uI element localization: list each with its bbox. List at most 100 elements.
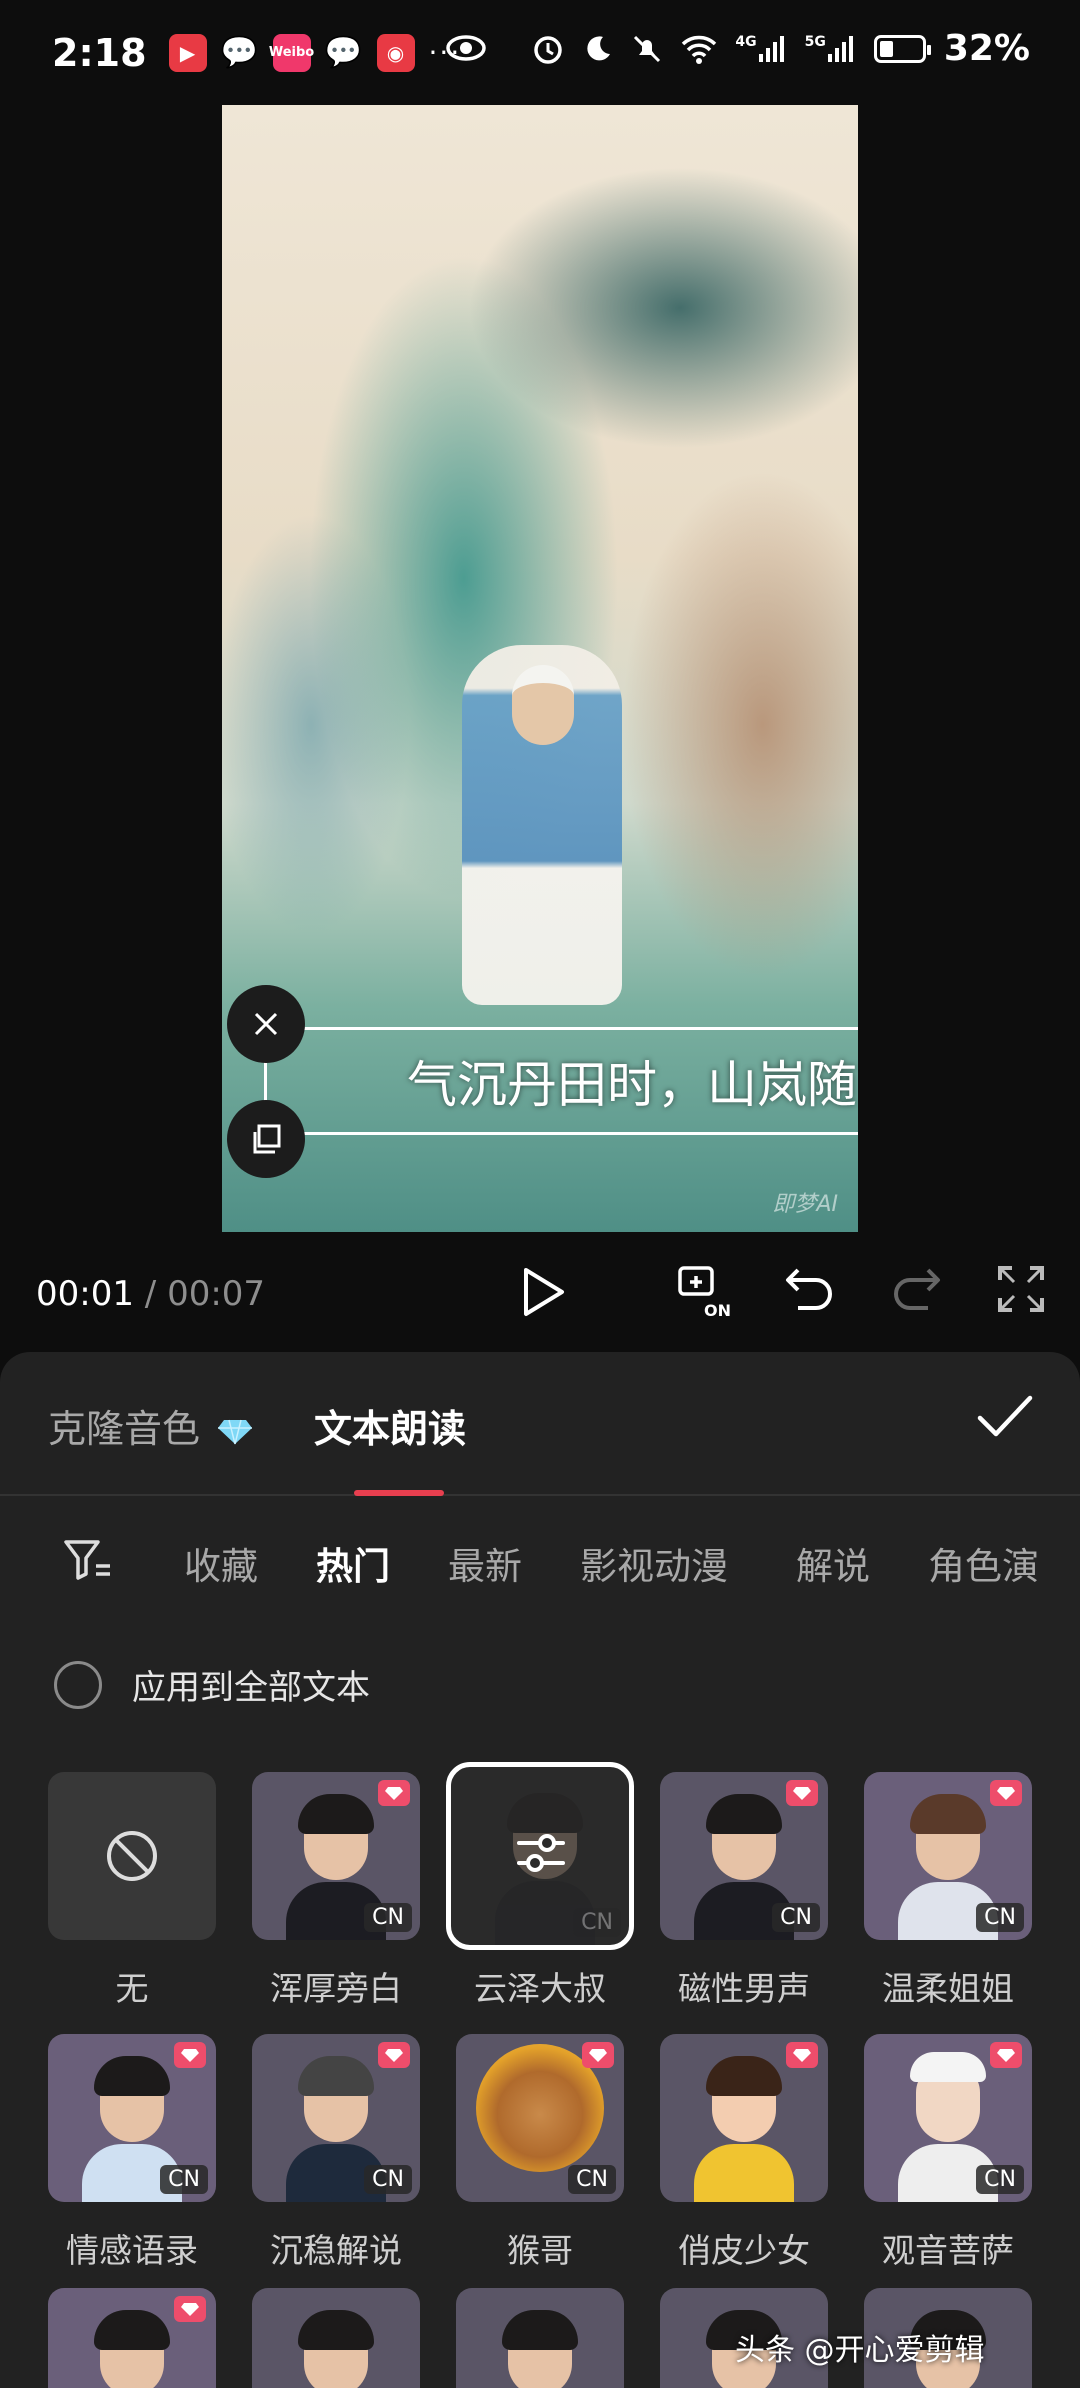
redo-button[interactable] (890, 1264, 944, 1318)
avatar-face (694, 2052, 794, 2202)
subtitle-text: 气沉丹田时，山岚随 (407, 1056, 857, 1114)
premium-badge-icon (786, 2042, 818, 2068)
voice-avatar: CN (660, 1772, 828, 1940)
cn-badge: CN (772, 1903, 820, 1932)
voice-name: 无 (115, 1969, 149, 2008)
check-icon (977, 1395, 1033, 1437)
voice-avatar: CN (456, 2034, 624, 2202)
moon-icon (583, 34, 613, 64)
avatar-face (82, 2306, 182, 2388)
premium-badge-icon (582, 2042, 614, 2068)
preview-watermark: 即梦AI (772, 1192, 838, 1217)
voice-avatar: CN (864, 2034, 1032, 2202)
network-label-1: 4G (735, 33, 757, 50)
voice-avatar-selected: CN (446, 1762, 634, 1950)
voice-item-none[interactable]: 无 (48, 1772, 216, 2010)
wechat-icon: 💬 (220, 35, 259, 70)
playback-time: 00:01 / 00:07 (36, 1274, 265, 1314)
voice-item-gentle-sister[interactable]: CN 温柔姐姐 (864, 1772, 1032, 2010)
tab-text-to-speech[interactable]: 文本朗读 (314, 1398, 466, 1453)
filter-button[interactable] (62, 1538, 114, 1591)
premium-badge-icon (174, 2042, 206, 2068)
active-tab-indicator (354, 1490, 444, 1496)
voice-item-deep-narrator[interactable]: CN 浑厚旁白 (252, 1772, 420, 2010)
premium-badge-icon (378, 2042, 410, 2068)
voice-item-playful-girl[interactable]: 俏皮少女 (660, 2034, 828, 2272)
apply-all-row[interactable]: 应用到全部文本 (54, 1660, 370, 1709)
panel-tabs: 克隆音色 文本朗读 (0, 1352, 1080, 1496)
voice-name: 俏皮少女 (678, 2231, 810, 2270)
time-separator: / (133, 1274, 168, 1314)
premium-badge-icon (174, 2296, 206, 2322)
voice-name: 情感语录 (66, 2231, 198, 2270)
playback-controls: 00:01 / 00:07 ON (0, 1232, 1080, 1352)
category-film-anime[interactable]: 影视动漫 (580, 1536, 728, 1590)
category-commentary[interactable]: 解说 (796, 1536, 870, 1590)
undo-icon (786, 1268, 832, 1310)
total-time: 00:07 (167, 1274, 266, 1314)
apply-all-label: 应用到全部文本 (132, 1668, 370, 1708)
cn-badge: CN (976, 1903, 1024, 1932)
avatar-face (490, 2306, 590, 2388)
figure-head (512, 665, 574, 745)
wifi-icon (681, 34, 717, 64)
voice-item-row3[interactable] (456, 2288, 624, 2388)
cn-badge: CN (573, 1908, 621, 1937)
category-newest[interactable]: 最新 (448, 1536, 522, 1590)
status-time: 2:18 (52, 30, 147, 75)
subtitle-text-box[interactable]: 气沉丹田时，山岚随 (264, 1027, 858, 1135)
avatar-face (286, 2306, 386, 2388)
copy-text-button[interactable] (227, 1100, 305, 1178)
wechat-icon: 💬 (324, 35, 363, 70)
weibo-icon: Weibo (269, 33, 314, 72)
current-time: 00:01 (36, 1274, 134, 1314)
category-favorites[interactable]: 收藏 (184, 1536, 258, 1590)
premium-badge-icon (378, 1780, 410, 1806)
tab-clone-voice[interactable]: 克隆音色 (48, 1398, 253, 1453)
delete-text-button[interactable] (227, 985, 305, 1063)
keyframe-on-button[interactable]: ON (676, 1264, 736, 1324)
voice-name: 猴哥 (507, 2231, 573, 2270)
premium-badge-icon (786, 1780, 818, 1806)
tab-clone-voice-label: 克隆音色 (48, 1407, 201, 1451)
voice-avatar: CN (252, 1772, 420, 1940)
voice-item-magnetic-male[interactable]: CN 磁性男声 (660, 1772, 828, 2010)
voice-avatar (48, 2288, 216, 2388)
redo-icon (894, 1268, 940, 1310)
voice-item-monkey-king[interactable]: CN 猴哥 (456, 2034, 624, 2272)
voice-name: 沉稳解说 (270, 2231, 402, 2270)
voice-avatar (252, 2288, 420, 2388)
battery-level: 32% (943, 28, 1030, 69)
status-left: 2:18 ▶ 💬 Weibo 💬 ◉ ··· (52, 31, 461, 75)
play-button[interactable] (518, 1264, 568, 1324)
premium-badge-icon (990, 2042, 1022, 2068)
voice-avatar (660, 2034, 828, 2202)
signal-5g-icon: 5G (805, 34, 856, 64)
cn-badge: CN (364, 1903, 412, 1932)
voice-thumb-none (48, 1772, 216, 1940)
svg-text:ON: ON (704, 1301, 731, 1320)
voice-name: 温柔姐姐 (882, 1969, 1014, 2008)
video-app-icon: ▶ (168, 33, 207, 72)
cn-badge: CN (364, 2165, 412, 2194)
voice-item-guanyin[interactable]: CN 观音菩萨 (864, 2034, 1032, 2272)
cn-badge: CN (976, 2165, 1024, 2194)
fullscreen-button[interactable] (996, 1264, 1046, 1318)
cn-badge: CN (568, 2165, 616, 2194)
voice-name: 磁性男声 (678, 1969, 810, 2008)
voice-item-emotional-quotes[interactable]: CN 情感语录 (48, 2034, 216, 2272)
diamond-icon (218, 1419, 253, 1444)
voice-item-calm-commentary[interactable]: CN 沉稳解说 (252, 2034, 420, 2272)
category-hot[interactable]: 热门 (316, 1536, 390, 1590)
apply-all-radio[interactable] (54, 1660, 102, 1709)
fullscreen-icon (998, 1266, 1044, 1312)
confirm-button[interactable] (976, 1392, 1034, 1446)
voice-item-row3[interactable] (48, 2288, 216, 2388)
voice-settings-icon[interactable] (513, 1825, 569, 1881)
category-role-play[interactable]: 角色演 (928, 1536, 1039, 1590)
voice-item-yunze-uncle[interactable]: CN 云泽大叔 (446, 1762, 634, 2010)
voice-item-row3[interactable] (252, 2288, 420, 2388)
undo-button[interactable] (782, 1264, 836, 1318)
voice-panel: 克隆音色 文本朗读 收藏 热门 最新 影视动漫 解说 角色演 应用到全部文本 无 (0, 1352, 1080, 2388)
voice-name: 观音菩萨 (882, 2231, 1014, 2270)
